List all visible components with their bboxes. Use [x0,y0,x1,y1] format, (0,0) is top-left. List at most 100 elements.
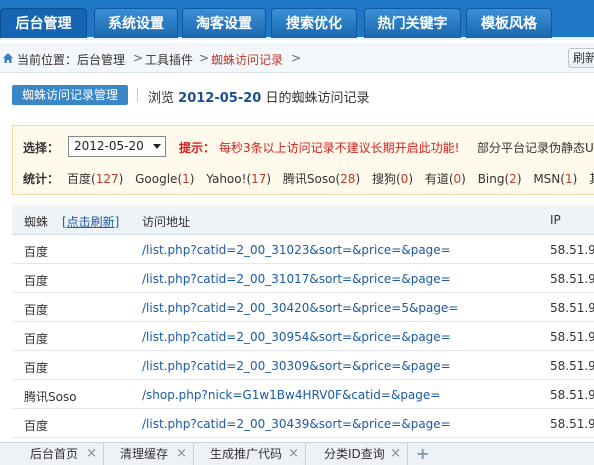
table-row: 百度 /list.php?catid=2_00_31023&sort=&pric… [12,235,594,264]
stat-name: Google [135,172,178,186]
divider [137,88,138,102]
spider-log-manage-button[interactable]: 蜘蛛访问记录管理 [12,85,128,105]
home-icon [3,53,13,63]
add-tab-icon[interactable]: + [416,443,429,465]
bottom-tab-bar: 后台首页 × 清理缓存 × 生成推广代码 × 分类ID查询 × + [0,442,594,465]
stat-name: 百度 [67,172,92,186]
tab-admin[interactable]: 后台管理 [0,8,87,38]
table-row: 百度 /list.php?catid=2_00_30439&sort=&pric… [12,409,594,438]
stat-name: 腾讯Soso [282,172,336,186]
row-url-link[interactable]: /list.php?catid=2_00_31017&sort=&price=&… [142,272,451,286]
stat-count: 17 [251,172,267,186]
browse-caption: 浏览 2012-05-20 日的蜘蛛访问记录 [148,87,369,106]
bottom-tab-label: 后台首页 [30,447,79,461]
spider-stats: 百度(127) Google(1) Yahoo!(17) 腾讯Soso(28) … [67,170,594,187]
bottom-tab-label: 生成推广代码 [210,447,283,461]
stat-name: Yahoo! [206,172,247,186]
row-spider: 腾讯Soso [24,390,77,404]
row-spider: 百度 [24,361,49,375]
platform-note: 部分平台记录伪静态U [477,141,594,155]
stat-count: 2 [509,172,517,186]
breadcrumb-separator: > [199,51,210,65]
breadcrumb-separator: > [291,51,302,65]
stat-name: Bing [477,172,505,186]
column-url: 访问地址 [142,215,191,229]
row-url-link[interactable]: /list.php?catid=2_00_30439&sort=&price=&… [142,417,451,431]
row-url-link[interactable]: /list.php?catid=2_00_30309&sort=&price=&… [142,359,451,373]
stat-msn[interactable]: MSN(1) [533,172,577,186]
tab-system-settings[interactable]: 系统设置 [94,8,178,38]
close-icon[interactable]: × [390,443,401,465]
row-ip: 58.51.9 [550,330,594,344]
date-select[interactable]: 2012-05-20 [68,136,166,157]
date-select-value: 2012-05-20 [74,139,144,153]
bottom-tab-label: 清理缓存 [120,447,169,461]
row-spider: 百度 [24,303,49,317]
filter-panel: 选择： 2012-05-20 提示： 每秒3条以上访问记录不建议长期开启此功能!… [12,125,594,195]
row-url-link[interactable]: /list.php?catid=2_00_30420&sort=&price=5… [142,301,458,315]
breadcrumb: 当前位置： 后台管理 > 工具插件 > 蜘蛛访问记录 > 刷新 [0,43,594,73]
row-ip: 58.51.9 [550,243,594,257]
close-icon[interactable]: × [86,443,97,465]
breadcrumb-item-admin[interactable]: 后台管理 [77,51,125,68]
breadcrumb-item-current: 蜘蛛访问记录 [211,53,284,67]
refresh-button[interactable]: 刷新 [568,48,594,68]
bottom-tab-label: 分类ID查询 [324,447,385,461]
tab-hot-keywords[interactable]: 热门关键字 [364,8,461,38]
select-label: 选择： [23,141,60,155]
column-ip: IP [550,213,561,227]
stat-youdao[interactable]: 有道(0) [425,170,466,187]
stat-google[interactable]: Google(1) [135,172,194,186]
click-refresh-text: [点击刷新] [62,215,120,229]
stat-name: MSN [533,172,561,186]
tip-text: 每秒3条以上访问记录不建议长期开启此功能! [219,141,460,155]
stats-label: 统计： [23,172,60,186]
row-ip: 58.51.9 [550,301,594,315]
row-spider: 百度 [24,332,49,346]
bottom-tab-promo-code[interactable]: 生成推广代码 × [194,443,306,465]
row-ip: 58.51.9 [550,272,594,286]
tip-label: 提示： [179,141,216,155]
row-ip: 58.51.9 [550,417,594,431]
stat-yahoo[interactable]: Yahoo!(17) [206,172,271,186]
top-navigation: 后台管理 系统设置 淘客设置 搜索优化 热门关键字 模板风格 [0,0,594,40]
table-row: 百度 /list.php?catid=2_00_30954&sort=&pric… [12,322,594,351]
stat-baidu[interactable]: 百度(127) [67,170,123,187]
row-spider: 百度 [24,245,49,259]
browse-suffix: 日的蜘蛛访问记录 [265,91,370,106]
stat-bing[interactable]: Bing(2) [478,172,522,186]
click-refresh-link[interactable]: [点击刷新] [62,213,119,230]
breadcrumb-prefix: 当前位置： [17,53,78,67]
bottom-tab-home[interactable]: 后台首页 × [0,443,104,465]
row-url-link[interactable]: /shop.php?nick=G1w1Bw4HRV0F&catid=&page= [142,388,440,402]
row-ip: 58.51.9 [550,388,594,402]
row-url-link[interactable]: /list.php?catid=2_00_31023&sort=&price=&… [142,243,451,257]
stat-count: 1 [182,172,190,186]
tab-seo[interactable]: 搜索优化 [271,8,357,38]
stat-count: 28 [340,172,356,186]
bottom-tab-clear-cache[interactable]: 清理缓存 × [104,443,194,465]
row-spider: 百度 [24,419,49,433]
row-url-link[interactable]: /list.php?catid=2_00_30954&sort=&price=&… [142,330,451,344]
stat-soso[interactable]: 腾讯Soso(28) [283,170,360,187]
close-icon[interactable]: × [176,443,187,465]
stat-name: 其他 [589,172,594,186]
table-row: 百度 /list.php?catid=2_00_31017&sort=&pric… [12,264,594,293]
tab-taoke-settings[interactable]: 淘客设置 [182,8,266,38]
tab-templates[interactable]: 模板风格 [466,8,552,38]
stat-count: 1 [564,172,573,186]
stat-count: 0 [453,172,462,186]
column-spider: 蜘蛛 [24,215,49,229]
stat-other[interactable]: 其他 [589,170,594,187]
stat-sogou[interactable]: 搜狗(0) [372,170,413,187]
close-icon[interactable]: × [288,443,299,465]
stat-count: 0 [400,172,409,186]
breadcrumb-separator: > [133,51,144,65]
stat-name: 搜狗 [371,172,396,186]
row-ip: 58.51.9 [550,359,594,373]
bottom-tab-category-id[interactable]: 分类ID查询 × [306,443,408,465]
breadcrumb-item-tools[interactable]: 工具插件 [145,51,193,68]
browse-prefix: 浏览 [148,91,175,106]
stat-count: 127 [95,172,119,186]
stat-name: 有道 [424,172,449,186]
